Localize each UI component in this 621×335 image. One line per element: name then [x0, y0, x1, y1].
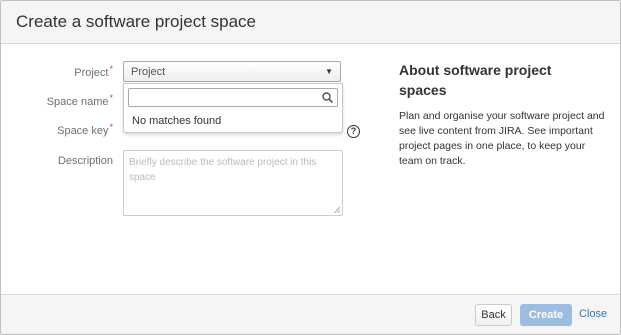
dialog-title: Create a software project space	[16, 12, 257, 31]
create-button[interactable]: Create	[520, 304, 572, 326]
about-text: Plan and organise your software project …	[399, 110, 605, 167]
project-label: Project*	[74, 64, 113, 79]
help-icon[interactable]: ?	[347, 125, 360, 138]
close-link[interactable]: Close	[579, 308, 607, 320]
required-marker: *	[109, 64, 113, 74]
project-select[interactable]: Project ▼	[123, 61, 341, 82]
required-marker: *	[109, 93, 113, 103]
space-name-label: Space name*	[46, 93, 113, 108]
project-dropdown: No matches found	[123, 83, 343, 133]
space-key-label: Space key*	[57, 122, 113, 137]
description-label: Description	[57, 155, 113, 167]
create-space-dialog: Create a software project space Project*…	[0, 0, 621, 335]
dialog-footer: Back Create Close	[1, 294, 620, 334]
back-button[interactable]: Back	[475, 304, 512, 326]
about-title: About software project spaces	[399, 62, 552, 98]
resize-grip-icon[interactable]	[333, 206, 340, 213]
required-marker: *	[109, 122, 113, 132]
description-textarea[interactable]: Briefly describe the software project in…	[123, 150, 343, 216]
dropdown-search-input[interactable]	[128, 88, 338, 107]
chevron-down-icon: ▼	[325, 67, 333, 76]
project-select-value: Project	[131, 66, 166, 78]
no-matches-message: No matches found	[132, 115, 222, 127]
dialog-header: Create a software project space	[1, 1, 620, 44]
description-placeholder: Briefly describe the software project in…	[129, 157, 317, 183]
search-icon	[322, 92, 334, 104]
